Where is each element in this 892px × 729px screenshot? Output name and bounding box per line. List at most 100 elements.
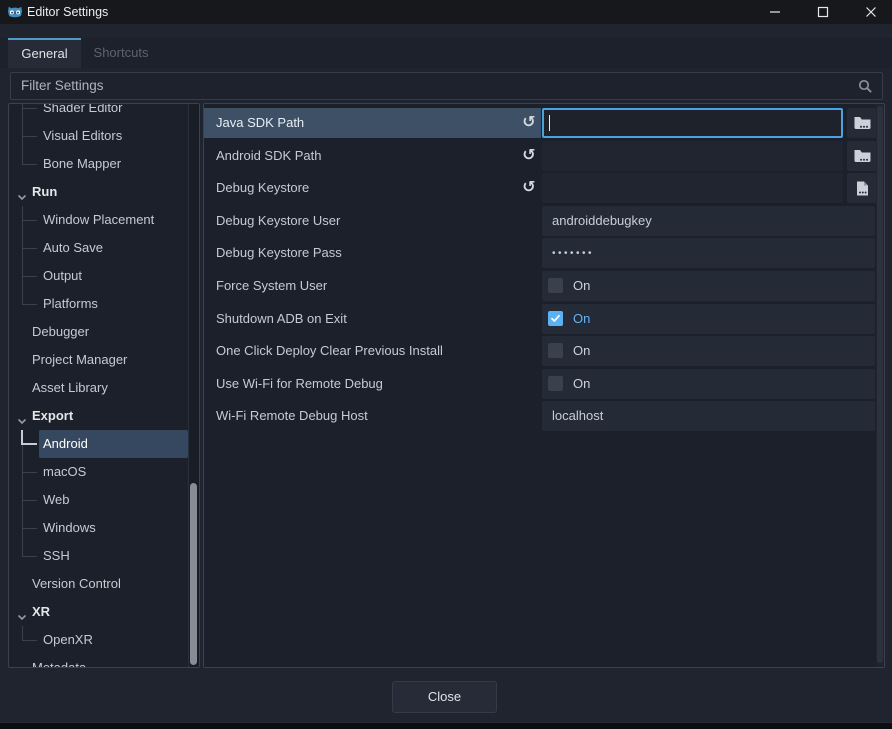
setting-row-debug-keystore: Debug Keystore ↺ (204, 173, 884, 203)
setting-row-shutdown-adb-on-exit: Shutdown ADB on ExitOn (204, 304, 884, 334)
close-window-button[interactable] (849, 0, 892, 24)
tree-guide-line (22, 500, 23, 514)
sidebar-tree: Shader EditorVisual EditorsBone MapperRu… (9, 103, 199, 668)
sidebar-item-window-placement[interactable]: Window Placement (9, 206, 199, 234)
folder-picker-button[interactable] (847, 108, 877, 138)
tab-bar: General Shortcuts (0, 38, 892, 68)
godot-logo-icon (7, 4, 23, 20)
tree-guide-line (22, 206, 23, 220)
sidebar-item-android[interactable]: Android (9, 430, 199, 458)
settings-scrollbar-thumb[interactable] (877, 106, 883, 663)
sidebar-item-export[interactable]: Export (9, 402, 199, 430)
sidebar-item-visual-editors[interactable]: Visual Editors (9, 122, 199, 150)
sidebar-scrollbar-thumb[interactable] (190, 483, 197, 665)
setting-path-input[interactable] (542, 173, 843, 203)
sidebar-item-debugger[interactable]: Debugger (9, 318, 199, 346)
sidebar-item-asset-library[interactable]: Asset Library (9, 374, 199, 402)
tree-guide-line (22, 108, 37, 109)
setting-path-input[interactable] (542, 141, 843, 171)
tree-guide-line (22, 458, 23, 472)
checkbox-label: On (573, 369, 590, 399)
setting-label: Android SDK Path (216, 141, 322, 171)
setting-path-input[interactable] (542, 108, 843, 138)
chevron-down-icon[interactable] (17, 609, 27, 616)
sidebar-item-label: Metadata (32, 654, 86, 668)
sidebar-item-label: Run (32, 178, 57, 206)
tree-guide-line (22, 276, 23, 290)
tree-guide-line (22, 472, 23, 486)
checkbox[interactable] (548, 311, 563, 326)
maximize-button[interactable] (801, 0, 845, 24)
tab-shortcuts[interactable]: Shortcuts (81, 38, 161, 68)
sidebar-item-label: Version Control (32, 570, 121, 598)
revert-icon[interactable]: ↺ (520, 108, 538, 138)
setting-label: Use Wi-Fi for Remote Debug (216, 369, 383, 399)
settings-rows-panel: Java SDK Path↺Android SDK Path↺Debug Key… (203, 103, 885, 668)
setting-text-input[interactable]: androiddebugkey (542, 206, 875, 236)
sidebar-item-label: Asset Library (32, 374, 108, 402)
sidebar-item-platforms[interactable]: Platforms (9, 290, 199, 318)
sidebar-item-label: Window Placement (43, 206, 154, 234)
sidebar-item-label: Platforms (43, 290, 98, 318)
sidebar-item-label: Web (43, 486, 70, 514)
sidebar-item-project-manager[interactable]: Project Manager (9, 346, 199, 374)
sidebar-item-auto-save[interactable]: Auto Save (9, 234, 199, 262)
setting-row-force-system-user: Force System UserOn (204, 271, 884, 301)
text-caret (549, 115, 550, 131)
settings-tree-panel: Shader EditorVisual EditorsBone MapperRu… (8, 103, 200, 668)
tree-guide-line (22, 290, 23, 304)
chevron-down-icon[interactable] (17, 413, 27, 420)
checkbox[interactable] (548, 278, 563, 293)
sidebar-item-label: Debugger (32, 318, 89, 346)
tab-general[interactable]: General (8, 38, 81, 68)
setting-label: One Click Deploy Clear Previous Install (216, 336, 443, 366)
checkbox[interactable] (548, 376, 563, 391)
sidebar-item-xr[interactable]: XR (9, 598, 199, 626)
sidebar-item-label: Android (43, 430, 88, 458)
sidebar-item-version-control[interactable]: Version Control (9, 570, 199, 598)
tree-guide-line (22, 262, 23, 276)
revert-icon[interactable]: ↺ (520, 173, 538, 203)
minimize-button[interactable] (753, 0, 797, 24)
setting-row-wi-fi-remote-debug-host: Wi-Fi Remote Debug Host localhost (204, 401, 884, 431)
tree-guide-line (22, 626, 23, 640)
tree-guide-line (22, 514, 23, 528)
revert-icon[interactable]: ↺ (520, 141, 538, 171)
tree-guide-line (22, 108, 23, 122)
tree-guide-line (22, 220, 23, 234)
sidebar-item-shader-editor[interactable]: Shader Editor (9, 103, 199, 122)
sidebar-item-label: Auto Save (43, 234, 103, 262)
file-picker-button[interactable] (847, 173, 877, 203)
tree-guide-line (22, 542, 23, 556)
setting-row-debug-keystore-pass: Debug Keystore Pass••••••• (204, 238, 884, 268)
close-button[interactable]: Close (392, 681, 497, 713)
sidebar-item-label: Export (32, 402, 73, 430)
sidebar-item-windows[interactable]: Windows (9, 514, 199, 542)
sidebar-item-run[interactable]: Run (9, 178, 199, 206)
window-bottom-edge (0, 722, 892, 729)
sidebar-item-label: macOS (43, 458, 86, 486)
sidebar-item-metadata[interactable]: Metadata (9, 654, 199, 668)
sidebar-item-label: Visual Editors (43, 122, 122, 150)
setting-text-input[interactable]: localhost (542, 401, 875, 431)
tree-guide-line (21, 443, 37, 445)
sidebar-item-output[interactable]: Output (9, 262, 199, 290)
setting-label: Debug Keystore (216, 173, 309, 203)
sidebar-item-openxr[interactable]: OpenXR (9, 626, 199, 654)
setting-label: Wi-Fi Remote Debug Host (216, 401, 368, 431)
filter-settings-input[interactable]: Filter Settings (10, 72, 883, 100)
tree-guide-line (22, 472, 37, 473)
titlebar: Editor Settings (0, 0, 892, 24)
sidebar-item-macos[interactable]: macOS (9, 458, 199, 486)
sidebar-item-ssh[interactable]: SSH (9, 542, 199, 570)
folder-picker-button[interactable] (847, 141, 877, 171)
tree-guide-line (21, 430, 23, 444)
setting-password-input[interactable]: ••••••• (542, 238, 875, 268)
sidebar-item-label: XR (32, 598, 50, 626)
checkbox-label: On (573, 336, 590, 366)
sidebar-item-label: Output (43, 262, 82, 290)
sidebar-item-web[interactable]: Web (9, 486, 199, 514)
sidebar-item-bone-mapper[interactable]: Bone Mapper (9, 150, 199, 178)
chevron-down-icon[interactable] (17, 189, 27, 196)
checkbox[interactable] (548, 343, 563, 358)
